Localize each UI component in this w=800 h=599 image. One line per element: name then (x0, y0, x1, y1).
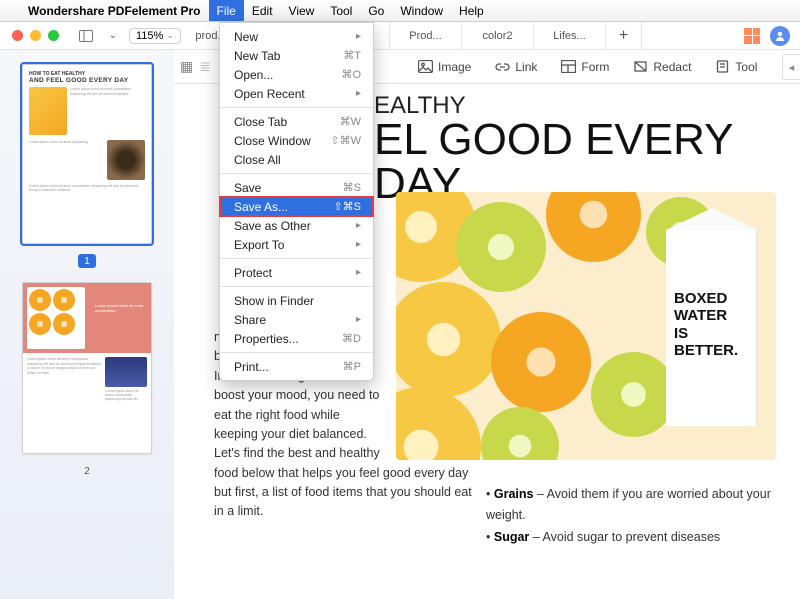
minimize-window-button[interactable] (30, 30, 41, 41)
menu-separator (220, 258, 373, 259)
user-avatar[interactable] (770, 26, 790, 46)
menu-item-open[interactable]: Open...⌘O (220, 65, 373, 84)
submenu-arrow-icon: ▸ (356, 31, 361, 42)
sidebar-toggle-icon[interactable] (75, 26, 97, 46)
menu-item-new[interactable]: New▸ (220, 27, 373, 46)
menubar-item-file[interactable]: File (209, 0, 244, 21)
chevron-down-icon[interactable]: ⌄ (102, 26, 124, 46)
menu-item-show-in-finder[interactable]: Show in Finder (220, 291, 373, 310)
menu-item-open-recent[interactable]: Open Recent▸ (220, 84, 373, 103)
shortcut-label: ⌘W (340, 115, 361, 128)
menu-separator (220, 107, 373, 108)
menu-item-export-to[interactable]: Export To▸ (220, 235, 373, 254)
tool-redact[interactable]: Redact (633, 60, 691, 74)
list-view-icon[interactable]: ≣ (199, 58, 211, 75)
system-menubar: Wondershare PDFelement Pro File Edit Vie… (0, 0, 800, 22)
tool-image[interactable]: Image (418, 60, 471, 74)
carton-graphic: BOXED WATER IS BETTER. (666, 230, 758, 426)
submenu-arrow-icon: ▸ (356, 88, 361, 99)
menu-item-print[interactable]: Print...⌘P (220, 357, 373, 376)
shortcut-label: ⌘O (341, 68, 361, 81)
menu-separator (220, 173, 373, 174)
collapse-right-panel-icon[interactable]: ◂ (782, 54, 800, 80)
menu-item-close-window[interactable]: Close Window⇧⌘W (220, 131, 373, 150)
submenu-arrow-icon: ▸ (356, 314, 361, 325)
window-titlebar: ⌄ 115% ⌄ prod.. Prod... color2 Lifes... … (0, 22, 800, 50)
menu-separator (220, 286, 373, 287)
menu-item-save-as-other[interactable]: Save as Other▸ (220, 216, 373, 235)
tool-tool[interactable]: Tool (715, 60, 757, 74)
shortcut-label: ⌘D (342, 332, 361, 345)
tool-link[interactable]: Link (495, 60, 537, 74)
thumbnail-view-toggle[interactable]: ▦ ≣ (180, 58, 211, 75)
right-column-list: • Grains – Avoid them if you are worried… (486, 484, 776, 548)
shortcut-label: ⇧⌘W (330, 134, 361, 147)
menu-item-close-all[interactable]: Close All (220, 150, 373, 169)
menu-item-new-tab[interactable]: New Tab⌘T (220, 46, 373, 65)
zoom-value: 115% (136, 30, 163, 42)
menu-item-protect[interactable]: Protect▸ (220, 263, 373, 282)
shortcut-label: ⌘S (343, 181, 361, 194)
menubar-item-window[interactable]: Window (392, 0, 451, 21)
grid-view-icon[interactable]: ▦ (180, 58, 193, 75)
app-title[interactable]: Wondershare PDFelement Pro (20, 4, 209, 18)
menu-item-properties[interactable]: Properties...⌘D (220, 329, 373, 348)
new-tab-button[interactable]: + (606, 22, 642, 49)
document-tab[interactable]: color2 (462, 22, 534, 49)
page-thumbnail-2[interactable]: Lorem ipsum dolor sit amet consectetur. … (22, 282, 152, 454)
page-thumbnail-1[interactable]: HOW TO EAT HEALTHY AND FEEL GOOD EVERY D… (22, 64, 152, 244)
menu-item-share[interactable]: Share▸ (220, 310, 373, 329)
submenu-arrow-icon: ▸ (356, 267, 361, 278)
menubar-item-go[interactable]: Go (360, 0, 392, 21)
menubar-item-edit[interactable]: Edit (244, 0, 281, 21)
menu-item-save-as[interactable]: Save As...⇧⌘S (220, 197, 373, 216)
file-menu-dropdown: New▸New Tab⌘TOpen...⌘OOpen Recent▸ Close … (219, 22, 374, 381)
document-tab[interactable]: Prod... (390, 22, 462, 49)
fullscreen-window-button[interactable] (48, 30, 59, 41)
submenu-arrow-icon: ▸ (356, 220, 361, 231)
page-number: 2 (78, 464, 96, 478)
shortcut-label: ⌘T (343, 49, 361, 62)
document-tab-active[interactable]: Lifes... (534, 22, 606, 49)
shortcut-label: ⌘P (343, 360, 361, 373)
page-number-badge: 1 (78, 254, 96, 268)
chevron-down-icon: ⌄ (166, 30, 174, 41)
menu-item-save[interactable]: Save⌘S (220, 178, 373, 197)
menu-separator (220, 352, 373, 353)
menubar-item-help[interactable]: Help (451, 0, 492, 21)
tool-form[interactable]: Form (561, 60, 609, 74)
menubar-item-tool[interactable]: Tool (322, 0, 360, 21)
menu-item-close-tab[interactable]: Close Tab⌘W (220, 112, 373, 131)
menubar-item-view[interactable]: View (281, 0, 323, 21)
close-window-button[interactable] (12, 30, 23, 41)
thumbnails-sidebar: HOW TO EAT HEALTHY AND FEEL GOOD EVERY D… (0, 50, 174, 599)
shortcut-label: ⇧⌘S (333, 200, 361, 213)
submenu-arrow-icon: ▸ (356, 239, 361, 250)
